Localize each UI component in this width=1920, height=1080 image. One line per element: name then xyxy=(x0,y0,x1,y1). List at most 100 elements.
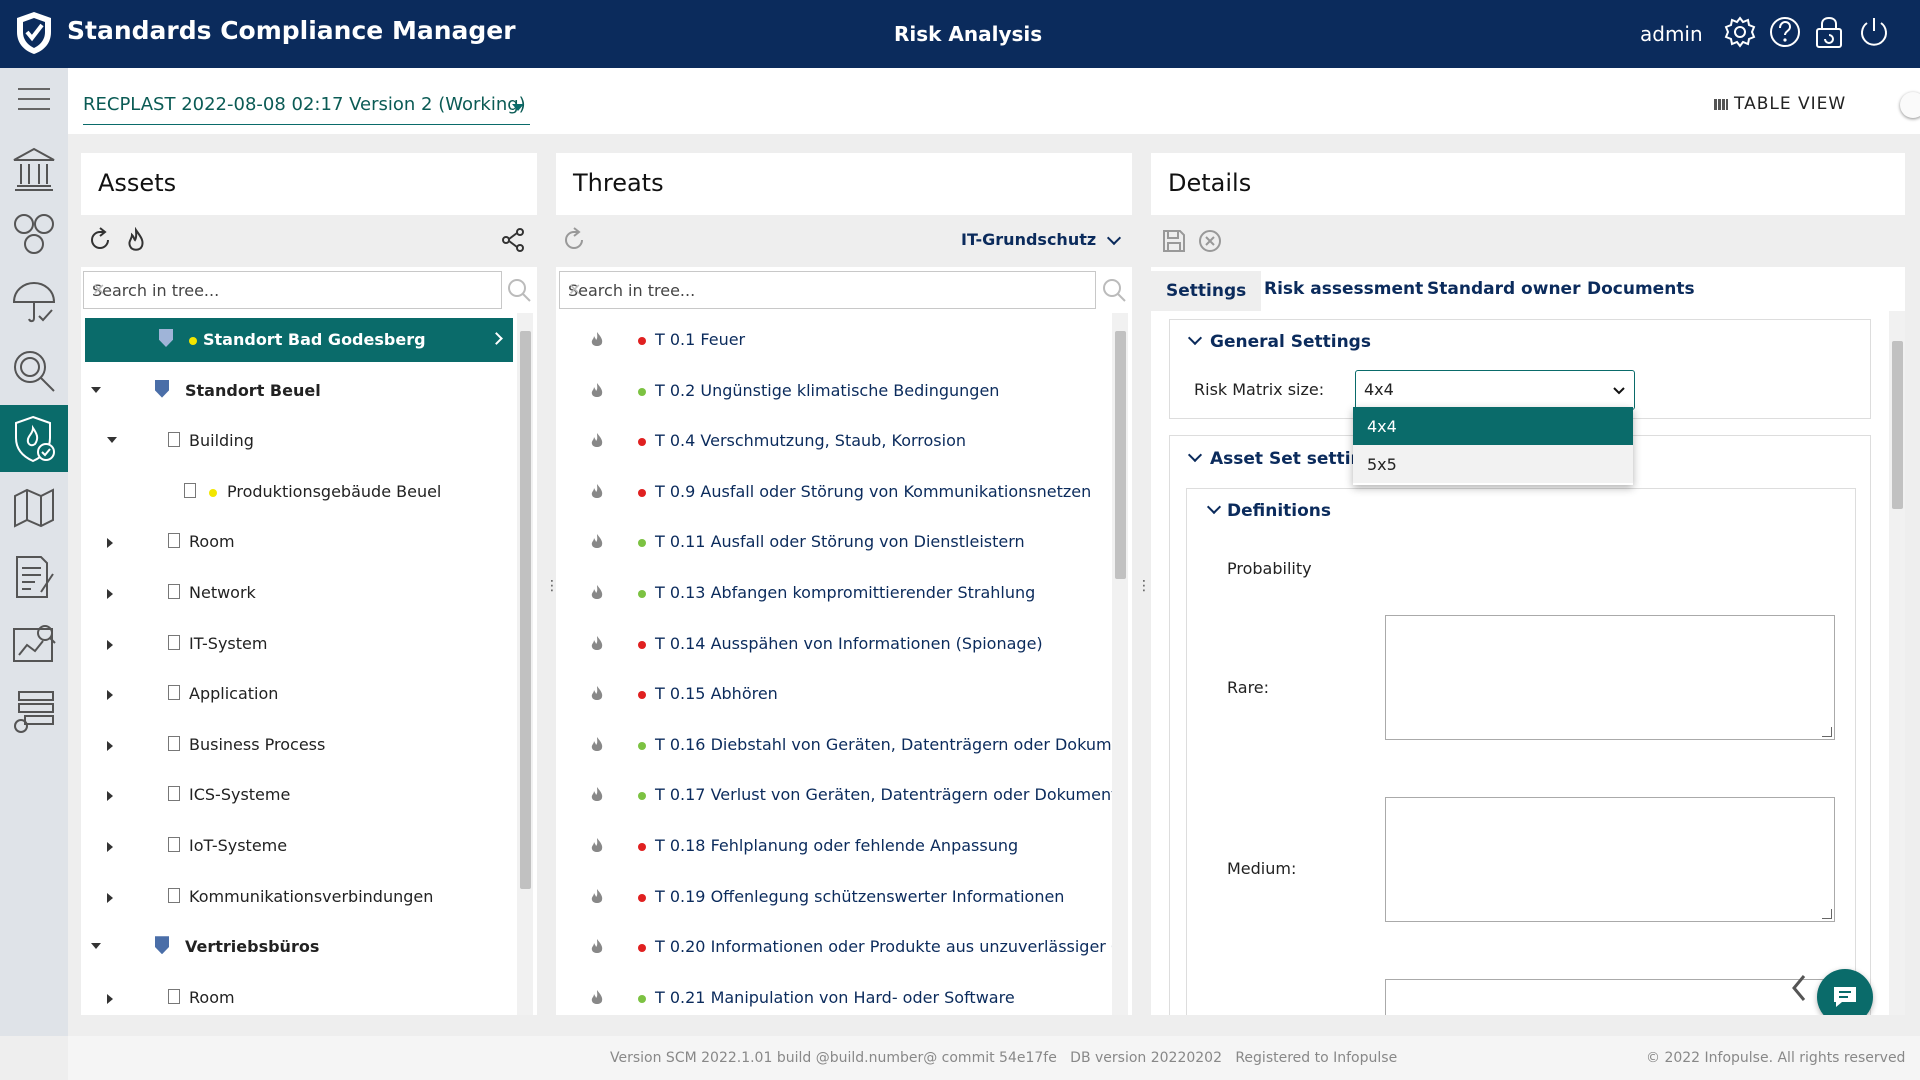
threat-item[interactable]: T 0.9 Ausfall oder Störung von Kommunika… xyxy=(556,470,1112,514)
help-icon[interactable] xyxy=(1768,15,1802,49)
caret-down-icon[interactable] xyxy=(107,437,117,444)
threat-item[interactable]: T 0.21 Manipulation von Hard- oder Softw… xyxy=(556,976,1112,1015)
tree-item[interactable]: Network xyxy=(81,571,513,615)
threat-item[interactable]: T 0.20 Informationen oder Produkte aus u… xyxy=(556,925,1112,969)
tree-item[interactable]: Vertriebsbüros xyxy=(81,925,513,969)
caret-right-icon[interactable] xyxy=(107,589,113,599)
chevron-right-icon[interactable] xyxy=(490,332,503,345)
document-edit-icon[interactable] xyxy=(0,546,68,608)
rare-textarea[interactable] xyxy=(1385,615,1835,740)
dropdown-option-5x5[interactable]: 5x5 xyxy=(1353,445,1633,483)
caret-right-icon[interactable] xyxy=(107,993,113,1004)
threat-item[interactable]: T 0.16 Diebstahl von Geräten, Datenträge… xyxy=(556,723,1112,767)
share-icon[interactable] xyxy=(500,227,526,253)
refresh-icon[interactable] xyxy=(87,227,113,253)
medium-textarea[interactable] xyxy=(1385,797,1835,922)
textarea[interactable] xyxy=(1385,979,1835,1015)
caret-right-icon[interactable] xyxy=(107,740,113,751)
threats-scroll-thumb[interactable] xyxy=(1115,331,1126,579)
assets-scroll-thumb[interactable] xyxy=(520,331,531,889)
threat-item[interactable]: T 0.15 Abhören xyxy=(556,672,1112,716)
resize-handle-icon[interactable] xyxy=(1822,727,1832,737)
threat-item[interactable]: T 0.17 Verlust von Geräten, Datenträgern… xyxy=(556,773,1112,817)
tree-item[interactable]: IoT-Systeme xyxy=(81,824,513,868)
details-scrollbar[interactable] xyxy=(1889,311,1905,1015)
caret-right-icon[interactable] xyxy=(107,690,113,701)
chevron-down-icon[interactable] xyxy=(1187,447,1203,463)
menu-icon[interactable] xyxy=(0,68,68,130)
caret-right-icon[interactable] xyxy=(107,538,113,549)
tree-item[interactable]: Room xyxy=(81,520,513,564)
tree-item[interactable]: Produktionsgebäude Beuel xyxy=(81,470,513,514)
risk-flame-icon[interactable] xyxy=(123,227,149,253)
caret-right-icon[interactable] xyxy=(107,639,113,650)
tree-item[interactable]: Standort Bad Godesberg xyxy=(85,318,513,362)
caret-right-icon[interactable] xyxy=(107,791,113,802)
caret-down-icon[interactable] xyxy=(91,943,101,950)
umbrella-check-icon[interactable] xyxy=(0,272,68,334)
save-icon[interactable] xyxy=(1161,228,1187,254)
tree-item[interactable]: Standort Beuel xyxy=(81,369,513,413)
threat-item[interactable]: T 0.4 Verschmutzung, Staub, Korrosion xyxy=(556,419,1112,463)
power-icon[interactable] xyxy=(1857,15,1891,49)
refresh-icon[interactable] xyxy=(561,227,587,253)
tree-item[interactable]: Room xyxy=(81,976,513,1015)
chevron-down-icon[interactable] xyxy=(1206,499,1222,515)
risk-matrix-select[interactable]: 4x4 xyxy=(1355,370,1635,410)
risk-analysis-icon[interactable] xyxy=(0,405,68,472)
cancel-icon[interactable] xyxy=(1197,228,1223,254)
status-dot xyxy=(638,488,646,497)
threat-item[interactable]: T 0.1 Feuer xyxy=(556,318,1112,362)
caret-right-icon[interactable] xyxy=(107,892,113,903)
tab-documents[interactable]: Documents xyxy=(1587,279,1695,299)
clear-icon[interactable]: ✕ xyxy=(568,280,1087,299)
security-objectives-icon[interactable] xyxy=(0,204,68,266)
chevron-down-icon[interactable] xyxy=(512,104,524,111)
chevron-left-icon[interactable] xyxy=(1791,973,1807,1003)
chevron-down-icon[interactable] xyxy=(1106,230,1122,246)
caret-right-icon[interactable] xyxy=(107,842,113,852)
threat-item[interactable]: T 0.2 Ungünstige klimatische Bedingungen xyxy=(556,369,1112,413)
user-name[interactable]: admin xyxy=(1640,22,1703,46)
threat-item[interactable]: T 0.11 Ausfall oder Störung von Dienstle… xyxy=(556,520,1112,564)
threats-scrollbar[interactable] xyxy=(1112,313,1128,1015)
details-scroll-thumb[interactable] xyxy=(1892,341,1903,509)
tree-item[interactable]: IT-System xyxy=(81,622,513,666)
splitter-handle[interactable]: ⋮ xyxy=(1137,578,1151,594)
general-settings-title[interactable]: General Settings xyxy=(1210,332,1371,352)
tab-standard-owner[interactable]: Standard owner xyxy=(1427,279,1580,299)
search-icon[interactable] xyxy=(0,340,68,402)
threat-item[interactable]: T 0.14 Ausspähen von Informationen (Spio… xyxy=(556,622,1112,666)
chevron-down-icon[interactable] xyxy=(1612,386,1626,396)
table-view-toggle-knob[interactable] xyxy=(1900,92,1920,118)
chart-search-icon[interactable] xyxy=(0,613,68,675)
tree-item[interactable]: Building xyxy=(81,419,513,463)
tree-item[interactable]: ICS-Systeme xyxy=(81,773,513,817)
threat-item[interactable]: T 0.13 Abfangen kompromittierender Strah… xyxy=(556,571,1112,615)
tree-item[interactable]: Business Process xyxy=(81,723,513,767)
resize-handle-icon[interactable] xyxy=(1822,909,1832,919)
lock-icon[interactable] xyxy=(1812,15,1846,49)
tab-settings[interactable]: Settings xyxy=(1151,271,1262,311)
catalog-select[interactable]: IT-Grundschutz xyxy=(961,230,1096,249)
caret-down-icon[interactable] xyxy=(91,386,101,393)
tab-risk-assessment[interactable]: Risk assessment xyxy=(1264,279,1423,299)
definitions-title[interactable]: Definitions xyxy=(1227,501,1331,521)
gear-icon[interactable] xyxy=(1723,15,1757,49)
flag-map-icon[interactable] xyxy=(0,478,68,540)
search-icon[interactable] xyxy=(506,277,532,303)
version-select[interactable]: RECPLAST 2022-08-08 02:17 Version 2 (Wor… xyxy=(83,94,526,115)
institution-icon[interactable] xyxy=(0,138,68,200)
settings-list-icon[interactable] xyxy=(0,680,68,742)
search-icon[interactable] xyxy=(1101,277,1127,303)
assets-search-input[interactable]: Search in tree... ✕ xyxy=(83,271,502,309)
tree-item[interactable]: Application xyxy=(81,672,513,716)
assets-scrollbar[interactable] xyxy=(517,313,533,1015)
chevron-down-icon[interactable] xyxy=(1187,330,1203,346)
clear-icon[interactable]: ✕ xyxy=(92,280,493,299)
threat-item[interactable]: T 0.18 Fehlplanung oder fehlende Anpassu… xyxy=(556,824,1112,868)
threats-search-input[interactable]: Search in tree... ✕ xyxy=(559,271,1096,309)
threat-item[interactable]: T 0.19 Offenlegung schützenswerter Infor… xyxy=(556,875,1112,919)
tree-item[interactable]: Kommunikationsverbindungen xyxy=(81,875,513,919)
dropdown-option-4x4[interactable]: 4x4 xyxy=(1353,407,1633,445)
